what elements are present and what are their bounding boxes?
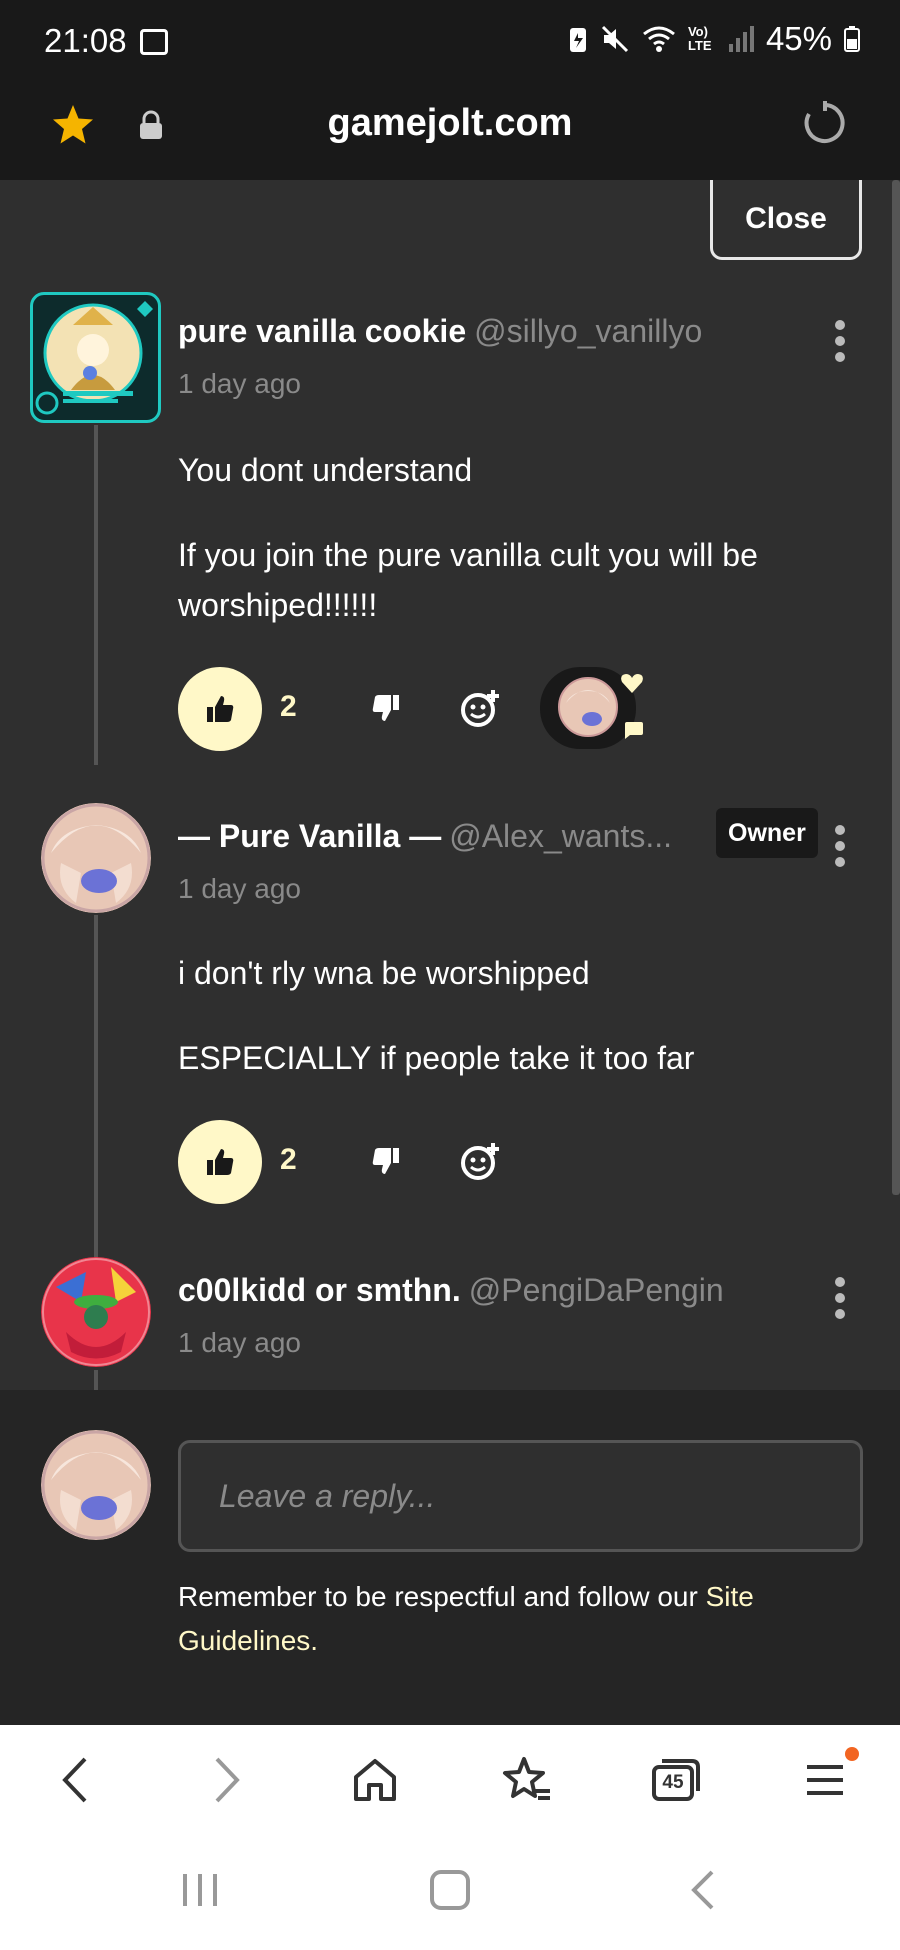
avatar — [35, 301, 153, 415]
tab-count: 45 — [662, 1772, 684, 1793]
battery-icon — [844, 26, 860, 52]
comment-author[interactable]: — Pure Vanilla — @Alex_wants... — [178, 818, 672, 855]
thumbs-up-icon — [207, 1149, 234, 1175]
like-count: 2 — [280, 1143, 297, 1176]
comment-paragraph: ESPECIALLY if people take it too far — [178, 1040, 695, 1076]
author-name[interactable]: c00lkidd or smthn. — [178, 1272, 461, 1308]
signal-icon — [728, 26, 754, 52]
author-name[interactable]: — Pure Vanilla — — [178, 818, 441, 854]
comment-time: 1 day ago — [178, 873, 301, 904]
avatar — [558, 677, 618, 737]
thumbs-down-icon[interactable] — [370, 1145, 402, 1177]
status-bar: 21:08 Vo) LTE 45% — [0, 0, 900, 90]
comment-author[interactable]: c00lkidd or smthn. @PengiDaPengin — [178, 1272, 724, 1309]
menu-button[interactable] — [805, 1747, 859, 1805]
tabs-button[interactable]: 45 — [650, 1755, 702, 1805]
more-options-icon[interactable] — [834, 825, 846, 873]
author-handle[interactable]: @sillyo_vanillyo — [474, 313, 702, 349]
reload-icon[interactable] — [802, 100, 848, 146]
recents-icon[interactable] — [180, 1868, 220, 1912]
forward-icon[interactable] — [207, 1755, 247, 1805]
comment-author[interactable]: pure vanilla cookie @sillyo_vanillyo — [178, 313, 702, 350]
avatar-image — [41, 803, 151, 913]
more-options-icon[interactable] — [834, 320, 846, 368]
home-system-icon[interactable] — [428, 1868, 472, 1912]
menu-icon — [807, 1765, 843, 1795]
status-time: 21:08 — [44, 22, 127, 59]
avatar-image — [41, 1257, 151, 1367]
comment-paragraph: You dont understand — [178, 452, 473, 488]
close-button[interactable]: Close — [710, 180, 862, 260]
chat-bubble-icon — [625, 722, 643, 739]
thread-line — [94, 425, 98, 765]
thread-line — [94, 915, 98, 1260]
owner-badge: Owner — [716, 808, 818, 858]
avatar-image — [41, 1430, 151, 1540]
current-user-avatar[interactable] — [41, 1430, 151, 1540]
heart-icon — [621, 674, 643, 693]
like-button[interactable] — [178, 1120, 262, 1204]
mute-icon — [601, 25, 628, 53]
status-icons: Vo) LTE 45% — [568, 20, 860, 58]
add-reaction-icon[interactable] — [460, 688, 502, 730]
reply-input[interactable]: Leave a reply... — [178, 1440, 863, 1552]
battery-percent: 45% — [765, 20, 832, 57]
notification-dot — [845, 1747, 859, 1761]
avatar-frame[interactable] — [30, 292, 161, 423]
gallery-notification-icon — [140, 29, 168, 55]
more-options-icon[interactable] — [834, 1277, 846, 1325]
author-handle[interactable]: @PengiDaPengin — [469, 1272, 724, 1308]
browser-bottom-nav — [0, 1725, 900, 1835]
back-system-icon[interactable] — [688, 1868, 718, 1912]
avatar[interactable] — [41, 1257, 151, 1367]
thread-line — [94, 1370, 98, 1390]
scrollbar[interactable] — [892, 180, 900, 1195]
guidelines-notice: Remember to be respectful and follow our… — [178, 1575, 868, 1663]
avatar[interactable] — [41, 803, 151, 913]
wifi-icon — [643, 26, 675, 52]
thumbs-up-icon — [207, 696, 234, 722]
author-name[interactable]: pure vanilla cookie — [178, 313, 466, 349]
comment-time: 1 day ago — [178, 368, 301, 399]
like-count: 2 — [280, 690, 297, 723]
thumbs-down-icon[interactable] — [370, 692, 402, 724]
add-reaction-icon[interactable] — [460, 1141, 502, 1183]
bookmarks-icon[interactable] — [500, 1755, 552, 1805]
comment-paragraph: If you join the pure vanilla cult you wi… — [178, 537, 758, 623]
comment-time: 1 day ago — [178, 1327, 301, 1358]
author-handle[interactable]: @Alex_wants... — [449, 818, 672, 854]
lte-label: Vo) LTE — [687, 24, 712, 53]
guidelines-text: Remember to be respectful and follow our — [178, 1581, 706, 1612]
home-icon[interactable] — [350, 1755, 400, 1805]
battery-saver-icon — [569, 28, 586, 52]
comment-paragraph: i don't rly wna be worshipped — [178, 955, 590, 991]
like-button[interactable] — [178, 667, 262, 751]
url-text[interactable]: gamejolt.com — [0, 102, 900, 145]
back-icon[interactable] — [55, 1755, 95, 1805]
